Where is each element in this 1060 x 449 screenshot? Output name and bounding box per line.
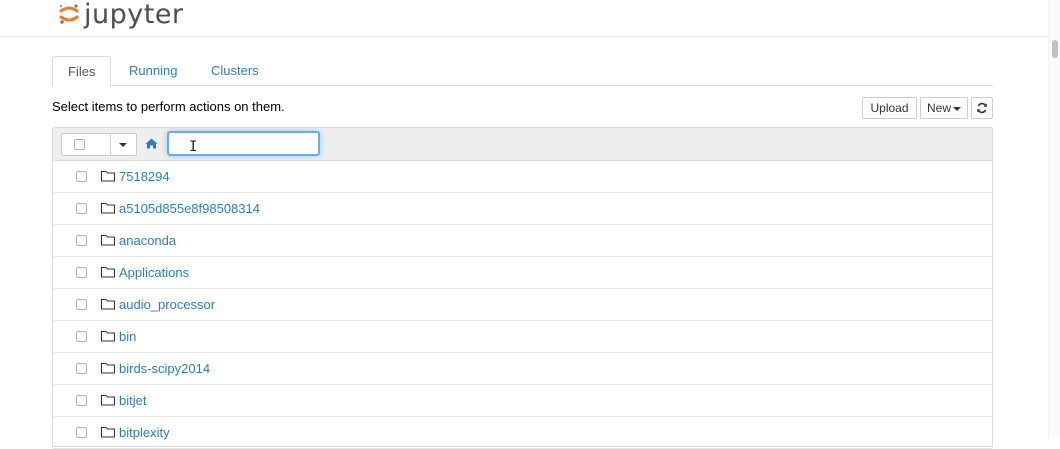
row-checkbox[interactable] [76, 427, 87, 438]
row-checkbox[interactable] [76, 363, 87, 374]
tab-running[interactable]: Running [114, 56, 192, 87]
file-name-link[interactable]: a5105d855e8f98508314 [119, 201, 260, 216]
file-list: I 7518294 a5105d855e8f98508314 anaconda … [52, 127, 993, 449]
chevron-down-icon[interactable] [119, 143, 127, 147]
row-checkbox[interactable] [76, 171, 87, 182]
folder-icon [101, 267, 115, 278]
file-name-link[interactable]: anaconda [119, 233, 176, 248]
row-checkbox[interactable] [76, 267, 87, 278]
jupyter-logo[interactable]: jupyter [58, 0, 184, 32]
refresh-icon [977, 102, 987, 114]
list-item[interactable]: Applications [53, 257, 992, 289]
file-name-link[interactable]: birds-scipy2014 [119, 361, 210, 376]
top-header: jupyter [0, 0, 1048, 37]
file-name-link[interactable]: 7518294 [119, 169, 170, 184]
folder-icon [101, 235, 115, 246]
page-scrollbar[interactable] [1048, 0, 1060, 438]
list-item[interactable]: 7518294 [53, 161, 992, 193]
tab-bar: Files Running Clusters [52, 56, 993, 87]
text-cursor-icon: I [189, 139, 198, 155]
tab-files[interactable]: Files [52, 56, 112, 87]
list-item[interactable]: bitjet [53, 385, 992, 417]
divider [110, 134, 111, 155]
row-checkbox[interactable] [76, 235, 87, 246]
selection-hint: Select items to perform actions on them. [52, 99, 285, 114]
file-name-link[interactable]: bin [119, 329, 136, 344]
jupyter-logo-icon [59, 4, 79, 24]
select-all-checkbox[interactable] [74, 139, 85, 150]
chevron-down-icon [953, 106, 961, 111]
file-name-link[interactable]: bitjet [119, 393, 146, 408]
file-name-link[interactable]: audio_processor [119, 297, 215, 312]
new-button-label: New [926, 101, 951, 115]
home-icon[interactable] [145, 138, 158, 149]
folder-icon [101, 331, 115, 342]
upload-button[interactable]: Upload [862, 97, 917, 119]
file-list-header: I [53, 128, 992, 161]
list-item[interactable]: a5105d855e8f98508314 [53, 193, 992, 225]
list-item[interactable]: audio_processor [53, 289, 992, 321]
row-checkbox[interactable] [76, 395, 87, 406]
folder-icon [101, 363, 115, 374]
refresh-button[interactable] [971, 97, 993, 119]
row-checkbox[interactable] [76, 203, 87, 214]
new-dropdown-button[interactable]: New [920, 97, 968, 119]
logo-text: jupyter [84, 0, 184, 30]
folder-icon [101, 203, 115, 214]
row-checkbox[interactable] [76, 299, 87, 310]
folder-icon [101, 299, 115, 310]
tab-clusters[interactable]: Clusters [196, 56, 274, 87]
folder-icon [101, 171, 115, 182]
file-name-link[interactable]: Applications [119, 265, 189, 280]
list-item[interactable]: bin [53, 321, 992, 353]
list-item[interactable]: birds-scipy2014 [53, 353, 992, 385]
folder-icon [101, 395, 115, 406]
row-checkbox[interactable] [76, 331, 87, 342]
folder-icon [101, 427, 115, 438]
list-item[interactable]: anaconda [53, 225, 992, 257]
select-all-dropdown[interactable] [61, 133, 137, 156]
scrollbar-thumb[interactable] [1052, 40, 1058, 58]
list-item[interactable]: bitplexity [53, 417, 992, 449]
